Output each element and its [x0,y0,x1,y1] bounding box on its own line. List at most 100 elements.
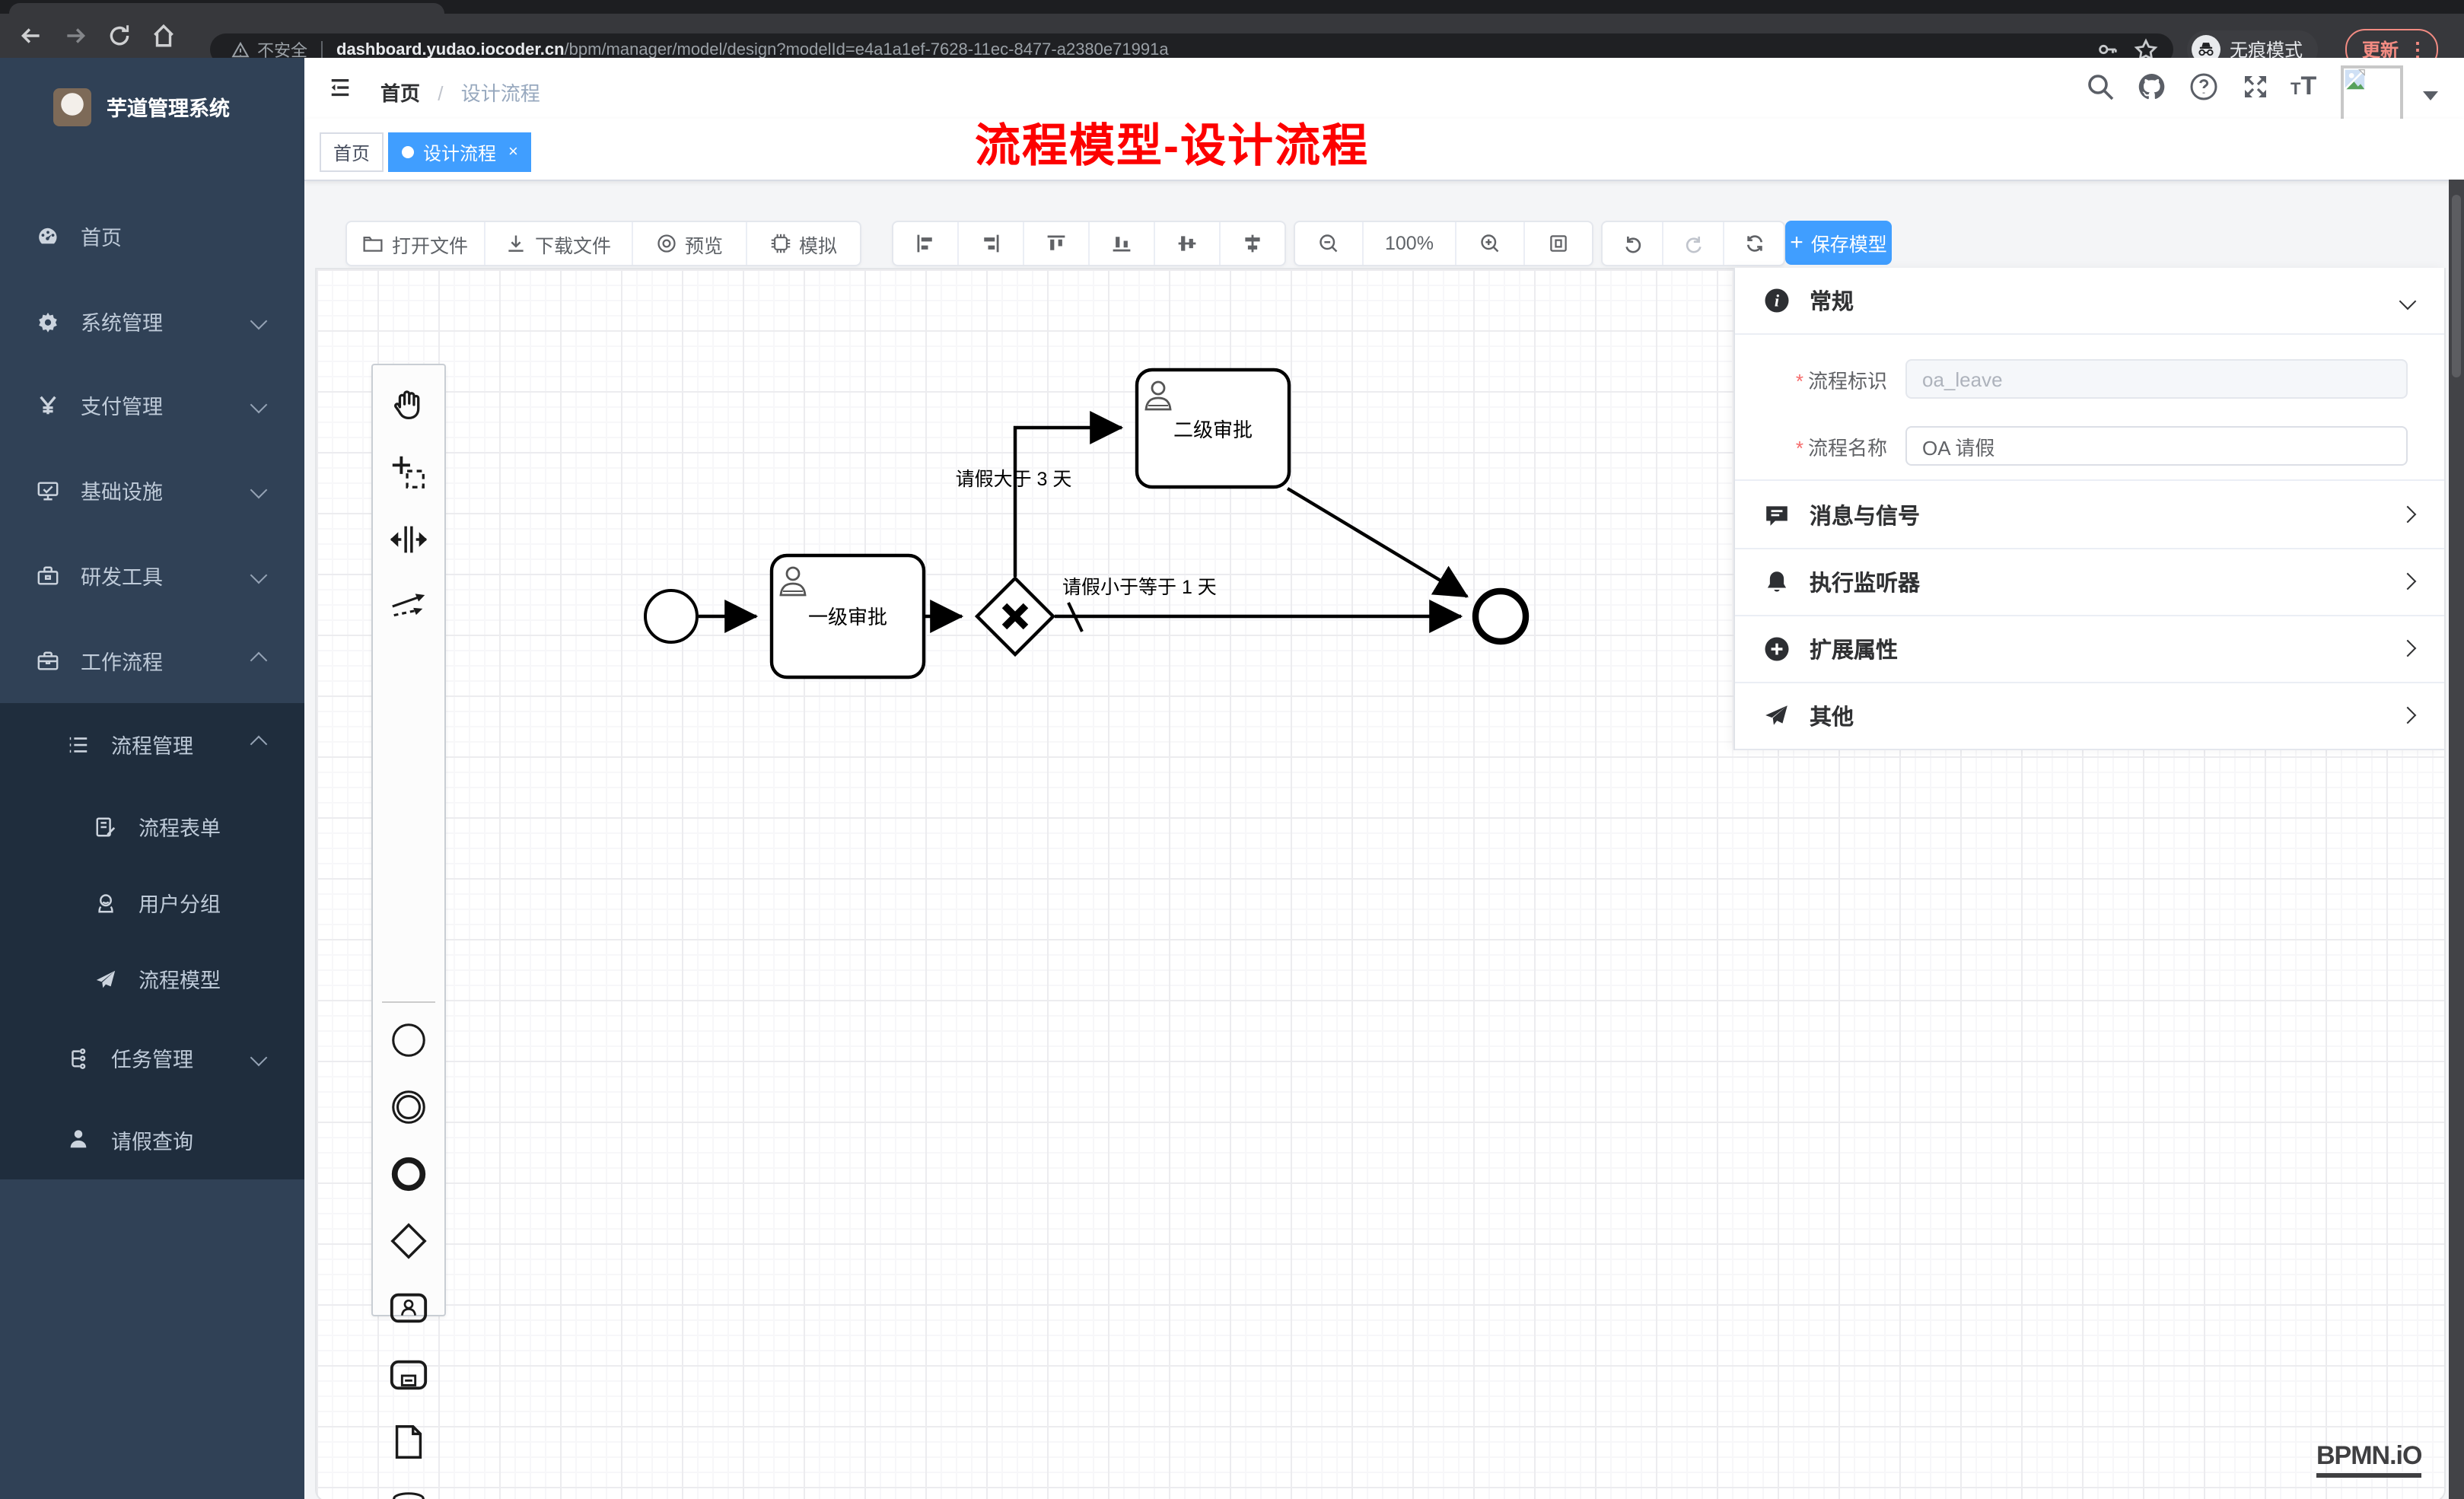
sidebar-fold-icon[interactable] [327,76,353,99]
sidebar-item-payment[interactable]: 支付管理 [0,362,304,447]
zoom-in-button[interactable] [1456,222,1525,265]
sidebar-item-process-form[interactable]: 流程表单 [0,788,304,864]
flow-label-le1[interactable]: 请假小于等于 1 天 [1062,577,1217,598]
sidebar-item-user-group[interactable]: 用户分组 [0,864,304,940]
process-name-input[interactable] [1905,426,2408,466]
align-vcenter-button[interactable] [1155,222,1221,265]
search-icon[interactable] [2085,72,2115,102]
send-icon [1764,702,1790,728]
sidebar-item-label: 支付管理 [81,390,163,420]
app-logo-row[interactable]: 芋道管理系统 [0,73,304,140]
palette-data-object[interactable] [373,1408,444,1475]
close-tag-icon[interactable]: × [508,143,518,161]
help-icon[interactable] [2189,72,2219,102]
exclusive-gateway[interactable] [977,578,1053,654]
zoom-button-group: 100% [1294,221,1593,266]
github-icon[interactable] [2137,72,2167,102]
palette-lasso-tool[interactable] [373,438,444,505]
not-secure-icon [231,40,250,59]
panel-section-listeners[interactable]: 执行监听器 [1735,548,2444,616]
tag-home[interactable]: 首页 [320,132,384,172]
scrollbar[interactable] [2449,180,2464,1499]
fullscreen-icon[interactable] [2240,72,2271,102]
tag-design-process[interactable]: 设计流程 × [388,132,532,172]
simulate-button[interactable]: 模拟 [747,222,860,265]
flow-task2-to-end[interactable] [1288,489,1467,597]
sidebar-item-home[interactable]: 首页 [0,193,304,278]
user-task-level1[interactable]: 一级审批 [772,555,924,677]
url-path[interactable]: /bpm/manager/model/design?modelId=e4a1a1… [565,40,1169,59]
palette-global-connect-tool[interactable] [373,572,444,639]
zoom-reset-button[interactable] [1525,222,1592,265]
sidebar-item-label: 用户分组 [138,887,221,918]
back-icon[interactable] [18,23,44,49]
bpmn-io-logo[interactable]: BPMN.iO [2316,1441,2421,1478]
zoom-out-button[interactable] [1295,222,1364,265]
sidebar-item-task-mgmt[interactable]: 任务管理 [0,1017,304,1099]
redo-icon [1682,233,1704,254]
align-hcenter-button[interactable] [1221,222,1285,265]
required-mark: * [1796,436,1803,459]
home-icon[interactable] [151,23,177,49]
flow-label-gt3[interactable]: 请假大于 3 天 [956,469,1072,490]
restart-button[interactable] [1724,222,1784,265]
url-host[interactable]: dashboard.yudao.iocoder.cn [336,40,565,59]
panel-section-other[interactable]: 其他 [1735,682,2444,750]
sidebar-item-label: 流程表单 [138,811,221,842]
flow-gateway-to-task2[interactable] [1015,428,1122,577]
end-event[interactable] [1476,591,1526,641]
paper-plane-icon [94,967,117,990]
sidebar-item-process-mgmt[interactable]: 流程管理 [0,703,304,785]
align-top-icon [1046,233,1067,254]
palette-separator [382,1001,435,1003]
font-size-icon[interactable]: TT [2291,72,2330,102]
avatar-caret-icon[interactable] [2423,91,2438,100]
undo-icon [1622,233,1643,254]
palette-start-event[interactable] [373,1006,444,1073]
breadcrumb-current: 设计流程 [461,82,540,105]
app-logo-avatar [53,88,91,126]
panel-section-general[interactable]: i 常规 [1735,268,2444,335]
palette-hand-tool[interactable] [373,371,444,438]
sidebar-item-devtools[interactable]: 研发工具 [0,533,304,618]
sidebar-item-system[interactable]: 系统管理 [0,278,304,364]
sidebar-item-process-model[interactable]: 流程模型 [0,940,304,1017]
align-left-button[interactable] [893,222,959,265]
sidebar-item-workflow[interactable]: 工作流程 [0,618,304,703]
undo-button[interactable] [1603,222,1663,265]
process-key-input[interactable] [1905,359,2408,399]
start-event[interactable] [645,590,697,642]
sidebar-item-label: 基础设施 [81,475,163,505]
palette-user-task[interactable] [373,1274,444,1341]
palette-subprocess[interactable] [373,1341,444,1408]
open-file-button[interactable]: 打开文件 [347,222,485,265]
folder-icon [363,233,384,254]
chevron-down-icon [250,313,268,330]
chevron-up-icon [250,652,268,670]
palette-data-store[interactable] [373,1475,444,1499]
chevron-up-icon [250,736,268,753]
palette-gateway[interactable] [373,1207,444,1274]
forward-icon[interactable] [62,23,88,49]
zoom-level[interactable]: 100% [1364,222,1456,265]
panel-section-extensions[interactable]: 扩展属性 [1735,615,2444,683]
align-right-button[interactable] [959,222,1024,265]
scrollbar-thumb[interactable] [2452,195,2461,377]
chevron-right-icon [2399,573,2417,590]
preview-button[interactable]: 预览 [633,222,747,265]
download-file-button[interactable]: 下载文件 [485,222,633,265]
palette-end-event[interactable] [373,1140,444,1207]
align-bottom-button[interactable] [1090,222,1155,265]
breadcrumb-home[interactable]: 首页 [380,82,420,105]
palette-space-tool[interactable] [373,505,444,572]
sidebar-item-infra[interactable]: 基础设施 [0,447,304,533]
save-model-button[interactable]: + 保存模型 [1785,221,1892,265]
browser-tab[interactable] [9,3,444,14]
palette-intermediate-event[interactable] [373,1073,444,1140]
redo-button[interactable] [1663,222,1724,265]
panel-section-messages[interactable]: 消息与信号 [1735,481,2444,549]
reload-icon[interactable] [107,23,132,49]
sidebar-item-leave-query[interactable]: 请假查询 [0,1099,304,1179]
user-task-level2[interactable]: 二级审批 [1137,370,1289,487]
align-top-button[interactable] [1024,222,1090,265]
